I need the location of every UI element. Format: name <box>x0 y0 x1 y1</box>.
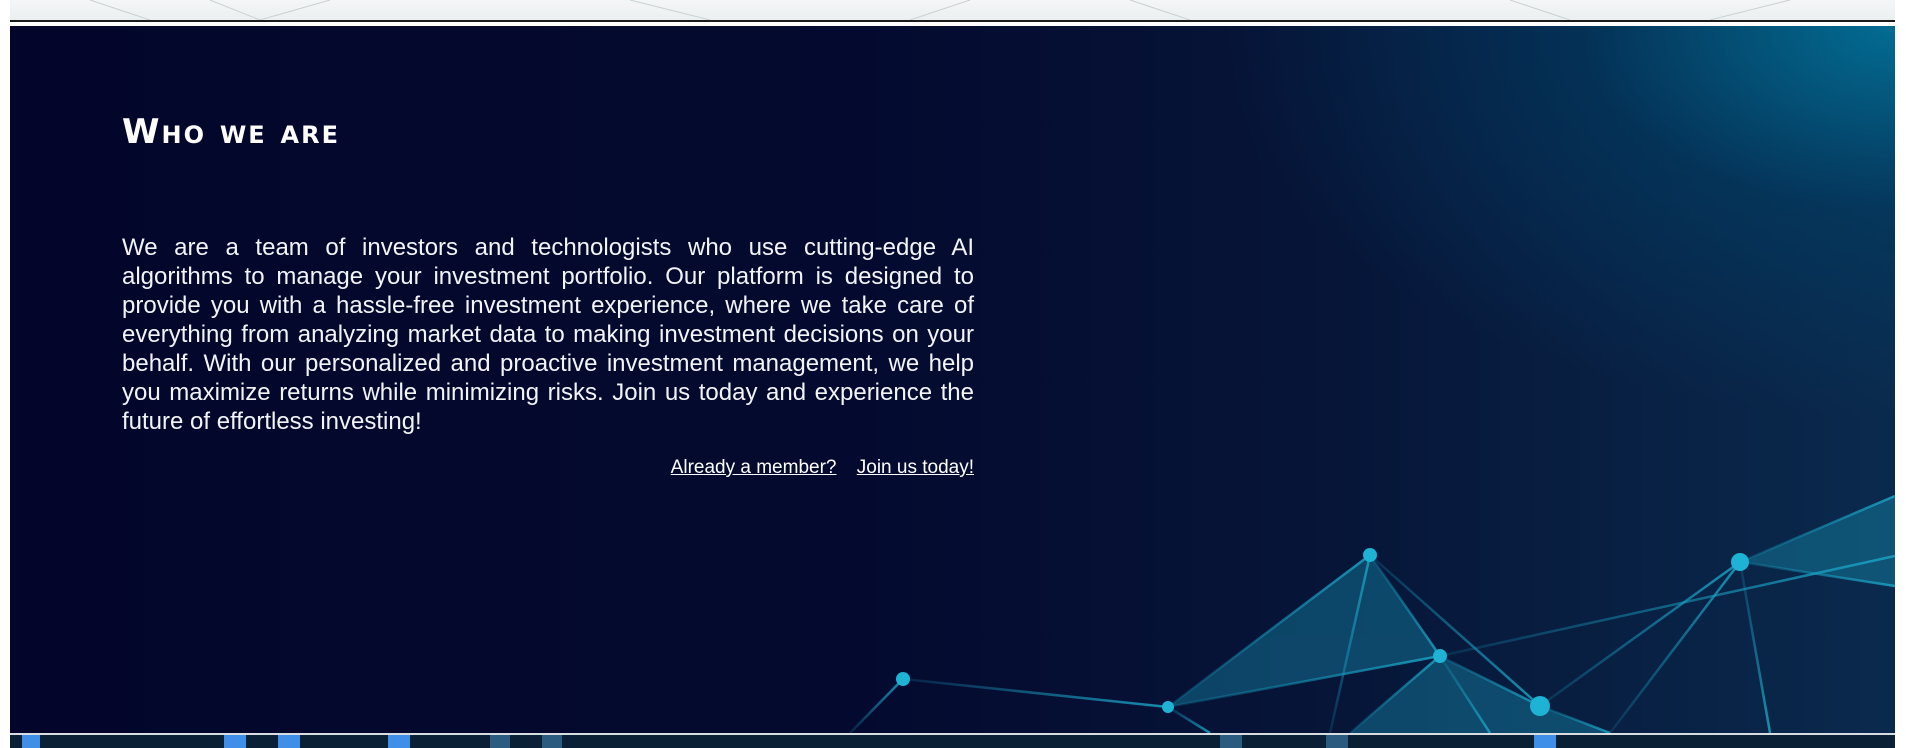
hero-links: Already a member? Join us today! <box>122 457 974 479</box>
bar-graphic <box>542 735 562 748</box>
section-title: Who we are <box>122 112 340 152</box>
bar-graphic <box>1534 735 1556 748</box>
bar-graphic <box>22 735 40 748</box>
scrollbar-gutter <box>1895 0 1906 748</box>
already-member-link[interactable]: Already a member? <box>671 457 837 478</box>
bar-graphic <box>224 735 246 748</box>
bar-graphic <box>490 735 510 748</box>
bar-graphic <box>1220 735 1242 748</box>
bar-graphic <box>388 735 410 748</box>
page-viewport: Who we are We are a team of investors an… <box>0 0 1906 748</box>
bar-graphic <box>278 735 300 748</box>
who-we-are-section: Who we are We are a team of investors an… <box>10 26 1895 733</box>
section-description: We are a team of investors and technolog… <box>122 234 974 435</box>
network-pattern-icon <box>89 0 1791 20</box>
join-us-link[interactable]: Join us today! <box>857 457 974 478</box>
previous-section-strip <box>10 0 1895 22</box>
bar-graphic <box>1326 735 1348 748</box>
next-section-strip <box>10 733 1895 748</box>
